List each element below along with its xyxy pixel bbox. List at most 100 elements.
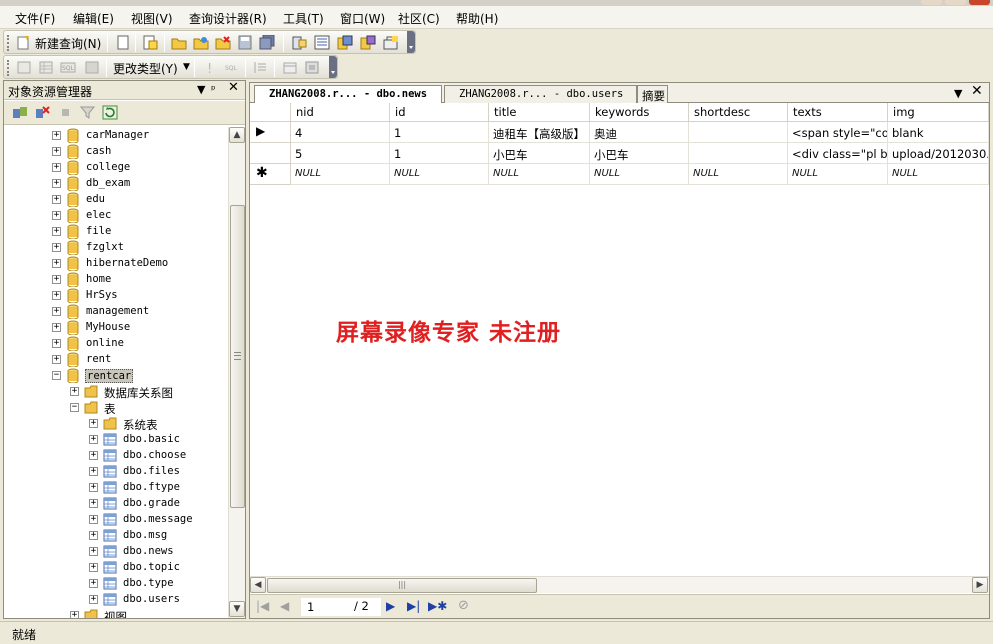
tree-node-database[interactable]: + HrSys [52,288,224,304]
tab-dbo-news[interactable]: ZHANG2008.r... - dbo.news [254,85,442,104]
scroll-thumb[interactable] [230,205,245,508]
expand-icon[interactable]: + [89,547,98,556]
column-header-keywords[interactable]: keywords [590,103,689,122]
table-cell[interactable]: 5 [291,143,390,164]
column-header-title[interactable]: title [489,103,590,122]
tree-node-database[interactable]: − rentcar [52,368,224,384]
expand-icon[interactable]: + [89,451,98,460]
expand-icon[interactable]: + [52,211,61,220]
tree-node-database[interactable]: + db_exam [52,176,224,192]
tab-summary[interactable]: 摘要 [637,85,668,103]
expand-icon[interactable]: + [52,323,61,332]
expand-icon[interactable]: + [52,227,61,236]
new-record-icon[interactable]: ▶✱ [428,599,447,613]
tree-node-diagrams[interactable]: + 数据库关系图 [70,384,224,400]
change-type-dropdown[interactable]: 更改类型(Y) [113,60,178,77]
expand-icon[interactable]: + [52,179,61,188]
tree-node-database[interactable]: + edu [52,192,224,208]
object-explorer-icon[interactable] [314,35,330,50]
table-cell[interactable]: <span style="co... [788,122,888,143]
new-query-button[interactable]: 新建查询(N) [35,35,101,52]
column-header-img[interactable]: img [888,103,989,122]
expand-icon[interactable]: + [89,435,98,444]
tree-node-database[interactable]: + college [52,160,224,176]
tree-node-database[interactable]: + fzglxt [52,240,224,256]
tree-node-database[interactable]: + MyHouse [52,320,224,336]
table-cell[interactable]: 4 [291,122,390,143]
tree-node-table[interactable]: + dbo.basic [89,432,224,448]
menu-tools[interactable]: 工具(T) [283,10,324,27]
grid-horizontal-scrollbar[interactable]: ◀ ||| ▶ [250,576,989,593]
filter-icon[interactable] [80,105,96,120]
column-header-texts[interactable]: texts [788,103,888,122]
close-window-button[interactable] [969,0,990,5]
tree-node-database[interactable]: + elec [52,208,224,224]
expand-icon[interactable]: + [52,147,61,156]
window-position-icon[interactable]: ▼ [197,83,205,97]
tree-node-table[interactable]: + dbo.choose [89,448,224,464]
scroll-thumb[interactable]: ||| [267,578,537,593]
expand-icon[interactable]: + [52,355,61,364]
expand-icon[interactable]: + [89,595,98,604]
tree-node-system-tables[interactable]: + 系统表 [89,416,224,432]
table-cell[interactable]: 迪租车【高级版】 [489,122,590,143]
tree-node-table[interactable]: + dbo.files [89,464,224,480]
scroll-up-icon[interactable]: ▲ [229,127,245,143]
tree-node-table[interactable]: + dbo.news [89,544,224,560]
expand-icon[interactable]: + [52,131,61,140]
toolbar-options-icon[interactable] [407,31,415,53]
tree-node-database[interactable]: + home [52,272,224,288]
scroll-down-icon[interactable]: ▼ [229,601,245,617]
disconnect-icon[interactable] [215,35,231,50]
properties-icon[interactable] [360,35,376,50]
show-criteria-pane-icon[interactable] [38,60,54,75]
maximize-button[interactable] [945,0,966,5]
tree-node-database[interactable]: + online [52,336,224,352]
expand-icon[interactable]: + [70,387,79,396]
row-selector[interactable] [250,143,291,164]
show-sql-pane-icon[interactable]: SQL [60,60,76,75]
expand-icon[interactable]: + [89,515,98,524]
minimize-button[interactable] [921,0,942,5]
expand-icon[interactable]: + [89,467,98,476]
menu-file[interactable]: 文件(F) [15,10,55,27]
table-cell[interactable]: blank [888,122,989,143]
table-cell-null[interactable]: NULL [888,164,989,185]
active-files-dropdown-icon[interactable]: ▼ [954,87,962,101]
tree-node-table[interactable]: + dbo.msg [89,528,224,544]
menu-help[interactable]: 帮助(H) [456,10,498,27]
table-cell[interactable] [689,143,788,164]
expand-icon[interactable]: + [89,563,98,572]
registered-servers-icon[interactable] [291,35,307,50]
table-cell[interactable]: 1 [390,122,489,143]
tree-node-database[interactable]: + management [52,304,224,320]
table-cell[interactable]: 小巴车 [590,143,689,164]
previous-record-icon[interactable]: ◀ [280,599,289,613]
show-diagram-pane-icon[interactable] [16,60,32,75]
tree-vertical-scrollbar[interactable]: ▲ ▼ [228,127,245,618]
group-by-icon[interactable] [252,60,268,75]
verify-sql-icon[interactable]: SQL [224,60,240,75]
expand-icon[interactable]: + [70,611,79,618]
table-cell-null[interactable]: NULL [590,164,689,185]
collapse-icon[interactable]: − [52,371,61,380]
table-cell-null[interactable]: NULL [489,164,590,185]
menu-community[interactable]: 社区(C) [398,10,440,27]
refresh-icon[interactable] [102,105,118,120]
table-cell[interactable]: 小巴车 [489,143,590,164]
tree-node-database[interactable]: + carManager [52,128,224,144]
table-cell[interactable]: 奥迪 [590,122,689,143]
menu-query-designer[interactable]: 查询设计器(R) [189,10,267,27]
table-cell[interactable]: 1 [390,143,489,164]
pin-icon[interactable]: ᵖ [211,83,216,97]
show-results-pane-icon[interactable] [84,60,100,75]
add-table-icon[interactable] [282,60,298,75]
template-explorer-icon[interactable] [337,35,353,50]
tree-node-table[interactable]: + dbo.type [89,576,224,592]
tree-node-database[interactable]: + file [52,224,224,240]
column-header-id[interactable]: id [390,103,489,122]
expand-icon[interactable]: + [52,275,61,284]
open-folder-icon[interactable] [171,35,187,50]
tab-dbo-users[interactable]: ZHANG2008.r... - dbo.users [444,85,637,103]
table-cell-null[interactable]: NULL [291,164,390,185]
